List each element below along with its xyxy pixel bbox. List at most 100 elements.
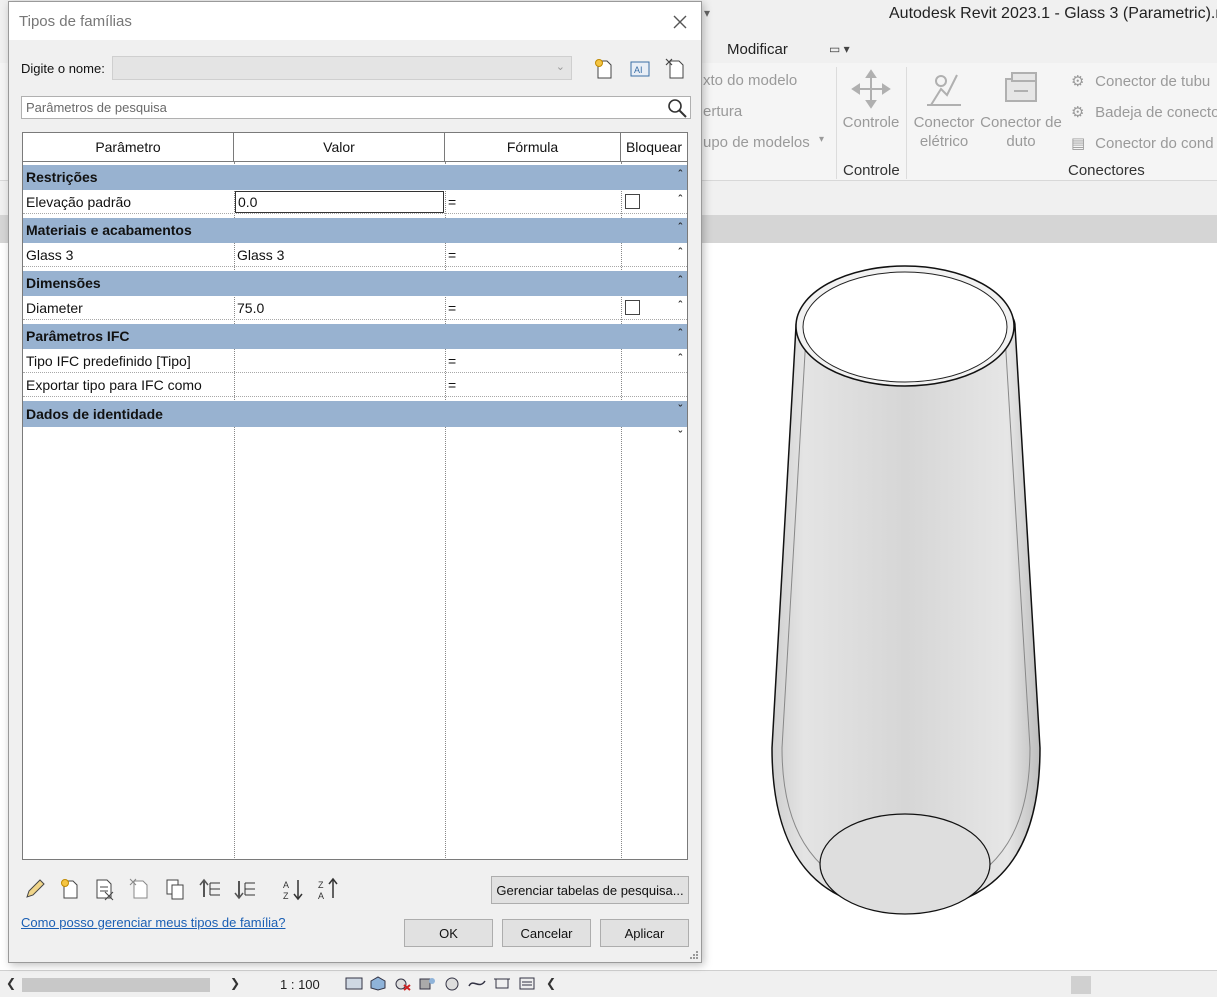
move-up-icon[interactable] [198,877,222,901]
column-header-valor[interactable]: Valor [234,133,445,162]
type-name-label: Digite o nome: [21,61,105,76]
conector-tubulacao-button[interactable]: ⚙ Conector de tubu [1071,72,1210,90]
param-formula[interactable]: = [445,190,621,214]
section-title: Dimensões [26,275,101,291]
param-row[interactable]: Glass 3 Glass 3 = [23,243,687,267]
grupo-dropdown-icon: ▾ [819,134,825,145]
conector-conduite-button[interactable]: ▤ Conector do cond [1071,134,1214,152]
visual-style-icon[interactable] [369,976,387,991]
resize-grip-icon[interactable] [689,950,699,960]
param-value-input[interactable] [235,191,444,213]
quick-access-dropdown-icon[interactable]: ▾ [704,6,710,20]
render-icon[interactable] [443,976,461,991]
delete-type-icon[interactable] [664,57,688,81]
controle-button[interactable]: Controle [838,69,904,132]
ok-button[interactable]: OK [404,919,493,947]
close-icon[interactable] [668,10,692,34]
status-scroll-left-icon[interactable]: ❮ [546,976,556,990]
section-header-identidade[interactable]: Dados de identidade ˇˇ [23,401,687,442]
show-crop-icon[interactable] [493,976,511,991]
chevron-down-icon: ⌄ [555,61,565,73]
ribbon-item-grupo-modelos[interactable]: upo de modelos [703,134,810,151]
delete-parameter-icon[interactable] [93,877,117,901]
search-input[interactable] [22,97,662,118]
param-row[interactable]: Elevação padrão = [23,190,687,214]
rename-type-icon[interactable]: AI [628,57,652,81]
parameters-grid: Parâmetro Valor Fórmula Bloquear Restriç… [22,132,688,860]
scroll-right-icon[interactable]: ❯ [230,976,240,990]
param-formula[interactable]: = [445,373,621,397]
copy-parameter-icon[interactable] [163,877,187,901]
dialog-titlebar: Tipos de famílias [9,2,701,40]
move-parameter-icon[interactable] [128,877,152,901]
param-value[interactable] [234,349,445,373]
column-header-formula[interactable]: Fórmula [445,133,621,162]
panel-label-controle: Controle [843,162,900,179]
column-header-bloquear[interactable]: Bloquear [621,133,687,162]
type-name-combobox[interactable]: ⌄ [112,56,572,80]
panel-label-conectores: Conectores [1068,162,1145,179]
pipe-connector-icon: ⚙ [1071,73,1085,90]
cancel-button[interactable]: Cancelar [502,919,591,947]
conector-duto-button[interactable]: Conector de duto [978,69,1064,151]
section-title: Parâmetros IFC [26,328,130,344]
badeja-conector-button[interactable]: ⚙ Badeja de conecto [1071,103,1217,121]
horizontal-scrollbar-thumb[interactable] [22,978,210,992]
column-header-parametro[interactable]: Parâmetro [23,133,234,162]
section-title: Restrições [26,169,98,185]
cable-tray-connector-icon: ⚙ [1071,104,1085,121]
section-header-dimensoes[interactable]: Dimensões ˆˆ [23,271,687,312]
param-name: Glass 3 [26,247,74,263]
expand-icon[interactable]: ˇˇ [678,397,682,449]
view-scrollbar-thumb[interactable] [1071,976,1091,994]
search-icon[interactable] [666,97,688,118]
sort-descending-icon[interactable]: ZA [316,877,340,901]
param-formula[interactable]: = [445,243,621,267]
ribbon-item-abertura[interactable]: ertura [703,103,742,120]
badeja-label: Badeja de conecto [1095,104,1217,121]
temporary-hide-icon[interactable] [518,976,536,991]
view-scale[interactable]: 1 : 100 [280,977,320,992]
conector-eletrico-label: Conector elétrico [913,114,975,150]
svg-text:AI: AI [634,65,643,75]
ribbon-minimize-dropdown-icon[interactable]: ▭ ▾ [829,42,850,56]
param-row[interactable]: Tipo IFC predefinido [Tipo] = [23,349,687,373]
param-row[interactable]: Diameter 75.0 = [23,296,687,320]
conector-tubulacao-label: Conector de tubu [1095,73,1211,90]
manage-lookup-tables-button[interactable]: Gerenciar tabelas de pesquisa... [491,876,689,904]
family-types-dialog: Tipos de famílias Digite o nome: ⌄ AI Pa… [8,1,702,963]
glass-3d-model[interactable] [760,258,1060,918]
conduit-connector-icon: ▤ [1071,135,1086,152]
sun-path-icon[interactable] [393,976,411,991]
param-row[interactable]: Exportar tipo para IFC como = [23,373,687,397]
shadows-icon[interactable] [418,976,436,991]
new-parameter-icon[interactable] [58,877,82,901]
lock-checkbox[interactable] [625,300,640,315]
param-value[interactable]: 75.0 [234,296,445,320]
apply-button[interactable]: Aplicar [600,919,689,947]
sort-ascending-icon[interactable]: AZ [281,877,305,901]
scroll-left-icon[interactable]: ❮ [6,976,16,990]
ribbon-item-texto-modelo[interactable]: xto do modelo [703,72,797,89]
new-type-icon[interactable] [592,57,616,81]
param-value[interactable]: Glass 3 [234,243,445,267]
ribbon-tab-modificar[interactable]: Modificar [727,41,788,58]
status-bar: ❮ ❯ 1 : 100 ❮ [0,970,1217,997]
ribbon-separator [836,67,837,179]
param-formula[interactable]: = [445,296,621,320]
section-header-ifc[interactable]: Parâmetros IFC ˆˆ [23,324,687,365]
move-down-icon[interactable] [233,877,257,901]
section-header-materiais[interactable]: Materiais e acabamentos ˆˆ [23,218,687,259]
lock-checkbox[interactable] [625,194,640,209]
detail-level-icon[interactable] [345,976,363,991]
param-formula[interactable]: = [445,349,621,373]
help-link[interactable]: Como posso gerenciar meus tipos de famíl… [21,915,285,930]
param-value[interactable] [234,373,445,397]
conector-eletrico-button[interactable]: Conector elétrico [910,69,978,151]
crop-view-icon[interactable] [468,976,486,991]
edit-parameter-icon[interactable] [23,877,47,901]
app-title: Autodesk Revit 2023.1 - Glass 3 (Paramet… [889,5,1217,22]
duct-connector-icon [1005,72,1037,102]
controle-label: Controle [842,114,900,131]
section-header-restricoes[interactable]: Restrições ˆˆ [23,165,687,206]
